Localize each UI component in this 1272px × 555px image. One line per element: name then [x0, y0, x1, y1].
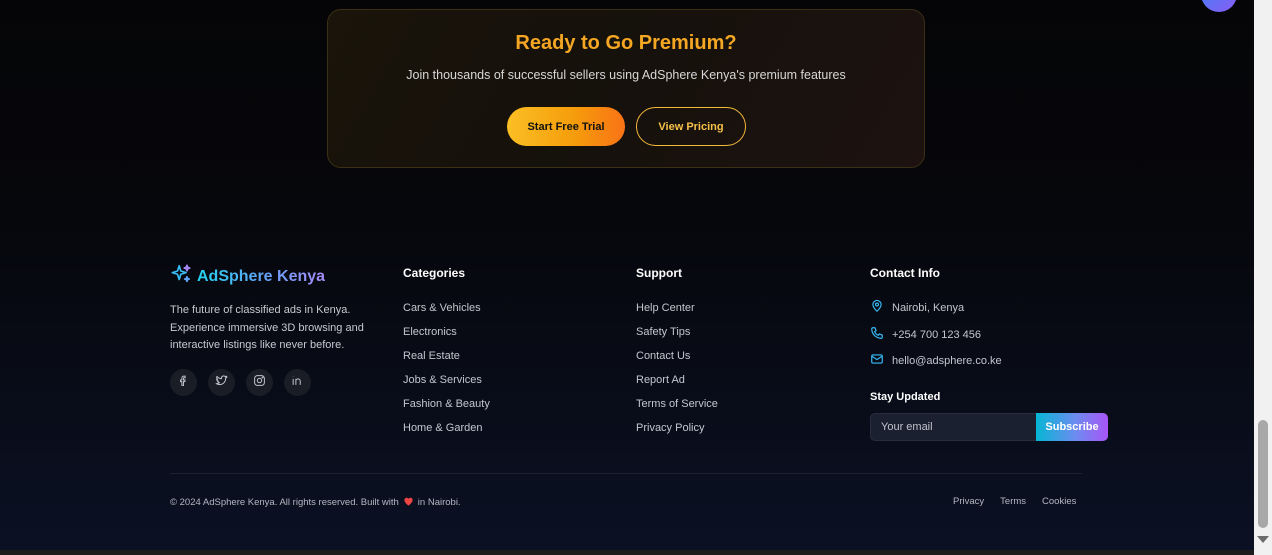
contact-location-text: Nairobi, Kenya — [892, 301, 965, 314]
scroll-down-arrow-icon[interactable] — [1257, 536, 1269, 543]
contact-location: Nairobi, Kenya — [870, 299, 964, 316]
linkedin-link[interactable] — [284, 369, 311, 396]
categories-heading: Categories — [403, 266, 466, 280]
legal-link-privacy[interactable]: Privacy — [953, 496, 984, 507]
support-link-privacy[interactable]: Privacy Policy — [636, 421, 718, 445]
category-link-electronics[interactable]: Electronics — [403, 325, 490, 349]
support-link-terms[interactable]: Terms of Service — [636, 397, 718, 421]
window-bottom-edge — [0, 550, 1254, 555]
premium-cta-card: Ready to Go Premium? Join thousands of s… — [327, 9, 925, 168]
support-link-contact-us[interactable]: Contact Us — [636, 349, 718, 373]
contact-phone-text: +254 700 123 456 — [892, 328, 982, 341]
support-heading: Support — [636, 266, 682, 280]
twitter-link[interactable] — [208, 369, 235, 396]
category-link-jobs-services[interactable]: Jobs & Services — [403, 373, 490, 397]
copyright-text: © 2024 AdSphere Kenya. All rights reserv… — [170, 497, 399, 508]
category-link-fashion-beauty[interactable]: Fashion & Beauty — [403, 397, 490, 421]
copyright: © 2024 AdSphere Kenya. All rights reserv… — [170, 496, 461, 509]
legal-links: Privacy Terms Cookies — [953, 496, 1076, 507]
premium-subtitle: Join thousands of successful sellers usi… — [406, 68, 846, 82]
newsletter-heading: Stay Updated — [870, 391, 941, 403]
phone-icon — [870, 326, 884, 343]
instagram-link[interactable] — [246, 369, 273, 396]
category-link-real-estate[interactable]: Real Estate — [403, 349, 490, 373]
map-pin-icon — [870, 299, 884, 316]
social-links — [170, 369, 311, 396]
contact-email-text: hello@adsphere.co.ke — [892, 354, 1002, 367]
premium-title: Ready to Go Premium? — [515, 32, 737, 54]
subscribe-button[interactable]: Subscribe — [1036, 413, 1108, 441]
footer-brand[interactable]: AdSphere Kenya — [170, 263, 325, 290]
contact-email[interactable]: hello@adsphere.co.ke — [870, 352, 1002, 369]
categories-list: Cars & Vehicles Electronics Real Estate … — [403, 301, 490, 445]
floating-avatar-button[interactable] — [1201, 0, 1237, 12]
brand-description: The future of classified ads in Kenya. E… — [170, 304, 364, 351]
category-link-home-garden[interactable]: Home & Garden — [403, 421, 490, 445]
support-list: Help Center Safety Tips Contact Us Repor… — [636, 301, 718, 445]
support-link-help-center[interactable]: Help Center — [636, 301, 718, 325]
linkedin-icon — [291, 374, 304, 392]
heart-icon — [403, 496, 414, 509]
newsletter-email-input[interactable] — [870, 413, 1037, 441]
legal-link-terms[interactable]: Terms — [1000, 496, 1026, 507]
mail-icon — [870, 352, 884, 369]
contact-heading: Contact Info — [870, 266, 940, 280]
facebook-icon — [177, 374, 190, 392]
footer-divider — [170, 473, 1082, 474]
sparkles-icon — [170, 263, 192, 290]
page: Ready to Go Premium? Join thousands of s… — [0, 0, 1254, 555]
contact-phone[interactable]: +254 700 123 456 — [870, 326, 981, 343]
support-link-safety-tips[interactable]: Safety Tips — [636, 325, 718, 349]
brand-name: AdSphere Kenya — [197, 267, 326, 285]
twitter-icon — [215, 374, 228, 392]
legal-link-cookies[interactable]: Cookies — [1042, 496, 1076, 507]
instagram-icon — [253, 374, 266, 392]
facebook-link[interactable] — [170, 369, 197, 396]
support-link-report-ad[interactable]: Report Ad — [636, 373, 718, 397]
scrollbar-thumb[interactable] — [1258, 420, 1268, 528]
view-pricing-button[interactable]: View Pricing — [636, 107, 746, 146]
vertical-scrollbar[interactable] — [1254, 0, 1272, 555]
start-free-trial-button[interactable]: Start Free Trial — [507, 107, 625, 146]
category-link-cars-vehicles[interactable]: Cars & Vehicles — [403, 301, 490, 325]
copyright-location-text: in Nairobi. — [417, 497, 461, 508]
